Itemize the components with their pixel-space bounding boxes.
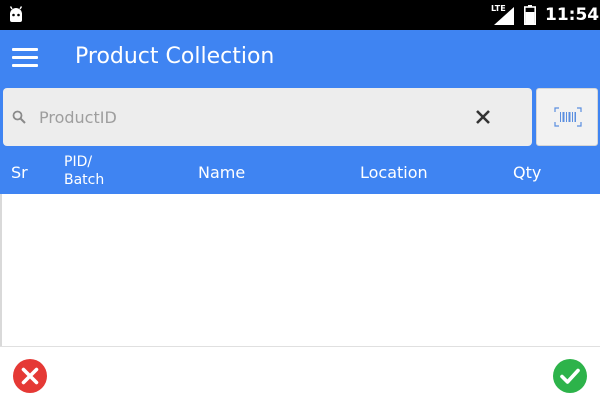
- product-table-body: [0, 194, 600, 346]
- scan-barcode-button[interactable]: [536, 88, 598, 146]
- close-icon[interactable]: [474, 108, 492, 126]
- column-header-qty: Qty: [513, 163, 542, 182]
- column-header-sr: Sr: [11, 163, 28, 182]
- column-header-pid-batch: PID/ Batch: [64, 154, 105, 188]
- app-bar: Product Collection: [0, 30, 600, 84]
- search-icon: [12, 110, 26, 124]
- page-title: Product Collection: [75, 44, 275, 69]
- status-clock: 11:54: [545, 5, 600, 25]
- search-row: [0, 84, 600, 150]
- table-header: Sr PID/ Batch Name Location Qty: [0, 150, 600, 194]
- battery-icon: [524, 5, 536, 25]
- barcode-icon: [554, 107, 582, 127]
- signal-icon: [494, 7, 514, 25]
- android-icon: [9, 6, 23, 22]
- hamburger-menu-icon[interactable]: [12, 48, 38, 68]
- bottom-action-bar: [0, 346, 600, 400]
- cancel-icon[interactable]: [12, 358, 48, 394]
- column-header-location: Location: [360, 163, 428, 182]
- column-header-name: Name: [198, 163, 246, 182]
- check-icon[interactable]: [552, 358, 588, 394]
- search-box: [3, 88, 532, 146]
- product-id-search-input[interactable]: [39, 104, 459, 130]
- status-bar: LTE 11:54: [0, 0, 600, 30]
